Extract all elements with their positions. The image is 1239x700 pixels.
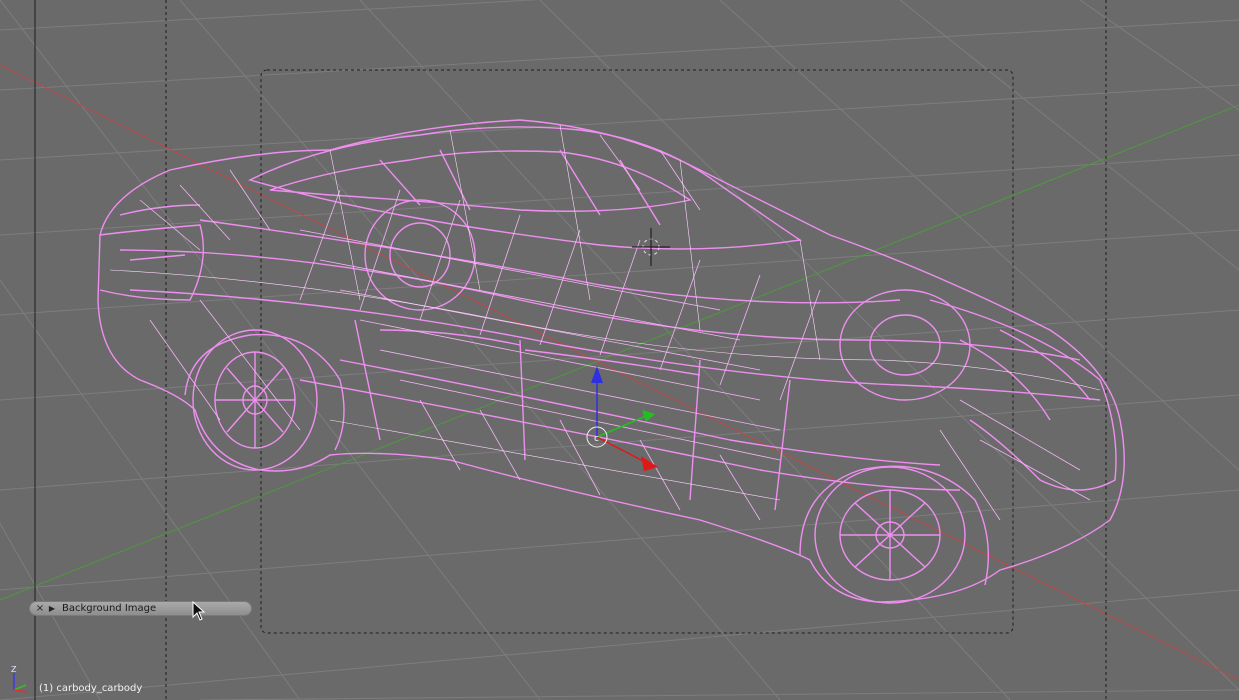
mouse-cursor-icon: [192, 601, 206, 621]
axis-z-label: Z: [11, 665, 17, 674]
car-roof: [248, 126, 802, 250]
background-image-label: Background Image: [62, 603, 157, 614]
front-far-wheel: [839, 289, 971, 401]
background-image-panel[interactable]: × ▶ Background Image: [29, 601, 252, 616]
viewport-scene[interactable]: c: [0, 0, 1239, 700]
3d-viewport[interactable]: c × ▶ Background Image Z (1) carbody_car…: [0, 0, 1239, 700]
gizmo-center-label: c: [594, 434, 599, 444]
close-icon[interactable]: ×: [33, 603, 47, 614]
y-axis-line: [0, 104, 1239, 601]
expand-triangle-icon[interactable]: ▶: [47, 604, 57, 613]
object-info-text: (1) carbody_carbody: [39, 683, 143, 694]
car-wireframe-model[interactable]: [97, 119, 1125, 604]
rear-far-wheel: [364, 199, 476, 311]
axis-orientation-icon: Z: [11, 665, 29, 693]
camera-safe-area: [260, 69, 1014, 634]
x-axis-line: [0, 64, 1239, 681]
floor-grid: [0, 0, 1239, 700]
front-wheel-arch: [799, 465, 989, 586]
3d-cursor-icon[interactable]: [632, 228, 670, 266]
transform-gizmo-icon[interactable]: [586, 366, 658, 471]
